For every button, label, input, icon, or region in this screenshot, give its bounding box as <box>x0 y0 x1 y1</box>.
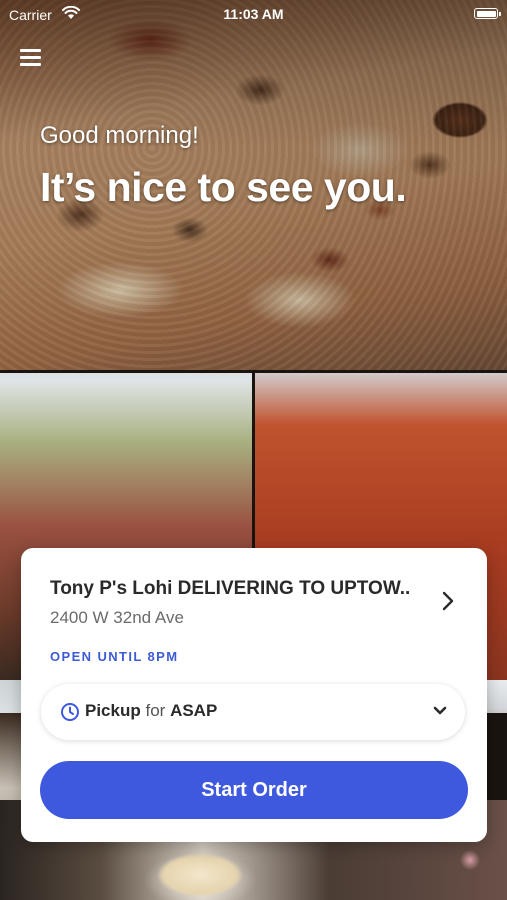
order-mode-label: Pickup for ASAP <box>85 701 217 721</box>
store-name[interactable]: Tony P's Lohi DELIVERING TO UPTOW... <box>50 578 410 600</box>
welcome-headline: It’s nice to see you. <box>40 164 407 210</box>
order-mode-select[interactable]: Pickup for ASAP <box>41 684 465 740</box>
store-card: Tony P's Lohi DELIVERING TO UPTOW... 240… <box>21 548 487 842</box>
order-mode: Pickup <box>85 701 141 720</box>
start-order-button[interactable]: Start Order <box>40 761 468 819</box>
order-mode-for: for <box>145 701 166 720</box>
store-address: 2400 W 32nd Ave <box>50 608 184 627</box>
chevron-right-icon[interactable] <box>439 590 457 612</box>
greeting-text: Good morning! <box>40 122 199 149</box>
clock-time: 11:03 AM <box>223 6 284 22</box>
battery-icon <box>474 8 501 19</box>
status-bar: Carrier 11:03 AM <box>0 0 507 30</box>
store-hours: OPEN UNTIL 8PM <box>50 649 179 664</box>
chevron-down-icon <box>433 706 447 715</box>
order-time: ASAP <box>170 701 218 720</box>
clock-icon <box>61 703 79 721</box>
menu-icon[interactable] <box>20 48 41 66</box>
